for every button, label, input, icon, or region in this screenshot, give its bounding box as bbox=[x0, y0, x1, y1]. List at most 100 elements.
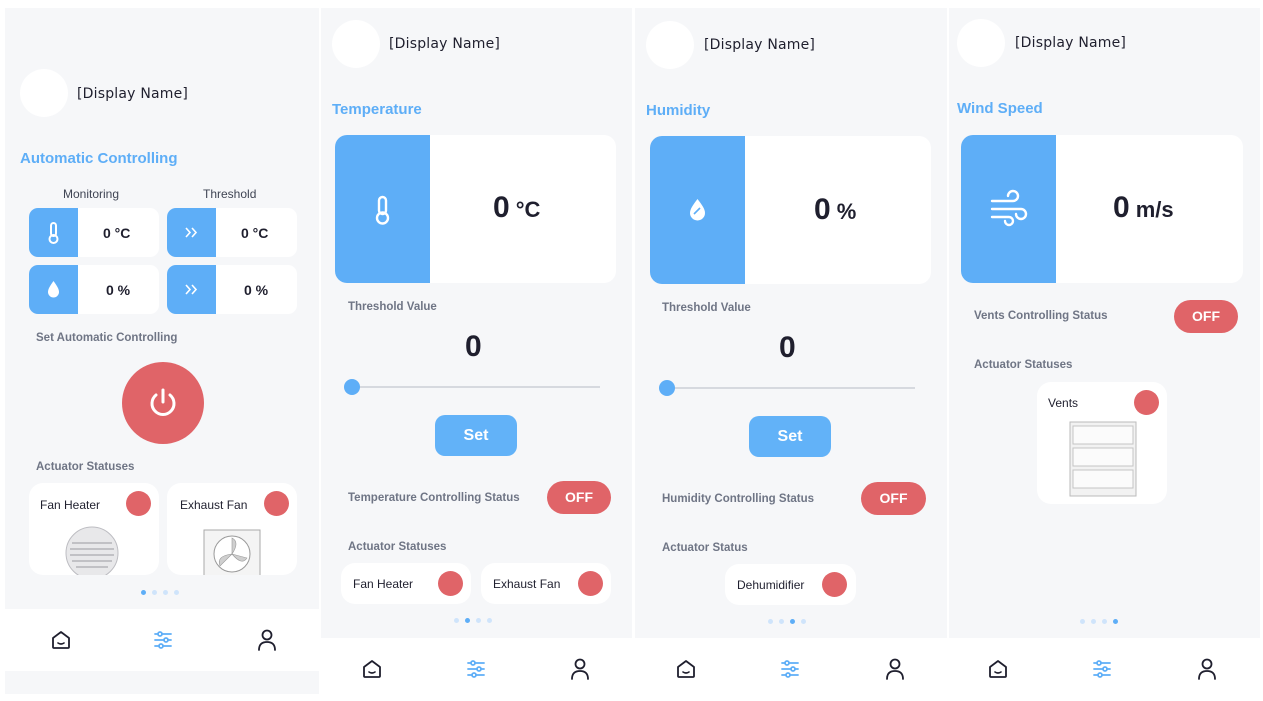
avatar[interactable] bbox=[646, 21, 694, 69]
actuator-card-dehumidifier[interactable]: Dehumidifier bbox=[725, 564, 856, 605]
wind-speed-reading: 0 m/s bbox=[1113, 191, 1174, 225]
home-icon[interactable] bbox=[987, 658, 1009, 680]
status-indicator bbox=[822, 572, 847, 597]
page-dot[interactable] bbox=[779, 619, 784, 624]
humidity-icon-box bbox=[650, 136, 745, 284]
sliders-icon[interactable] bbox=[152, 629, 174, 651]
actuator-label: Exhaust Fan bbox=[493, 577, 561, 591]
page-indicator bbox=[141, 590, 179, 595]
thermometer-icon bbox=[48, 222, 59, 244]
actuator-card-fan-heater[interactable]: Fan Heater bbox=[341, 563, 471, 604]
user-icon[interactable] bbox=[1196, 657, 1218, 681]
wind-icon bbox=[990, 189, 1028, 227]
page-dot[interactable] bbox=[790, 619, 795, 624]
thermometer-icon bbox=[375, 195, 390, 225]
wind-speed-card: 0 m/s bbox=[961, 135, 1243, 283]
set-button[interactable]: Set bbox=[749, 416, 831, 457]
page-indicator bbox=[1080, 619, 1118, 624]
temperature-value: 0 bbox=[493, 191, 510, 224]
actuator-label: Vents bbox=[1048, 396, 1079, 410]
threshold-slider-knob[interactable] bbox=[344, 379, 360, 395]
controlling-status-toggle[interactable]: OFF bbox=[547, 481, 611, 514]
user-icon[interactable] bbox=[256, 628, 278, 652]
page-indicator bbox=[768, 619, 806, 624]
status-indicator bbox=[578, 571, 603, 596]
wind-icon-box bbox=[961, 135, 1056, 283]
home-icon[interactable] bbox=[361, 658, 383, 680]
page-dot[interactable] bbox=[476, 618, 481, 623]
droplet-icon bbox=[690, 199, 705, 221]
controlling-status-toggle[interactable]: OFF bbox=[861, 482, 926, 515]
actuator-card-vents[interactable]: Vents bbox=[1037, 382, 1167, 504]
display-name: [Display Name] bbox=[1015, 35, 1127, 51]
actuator-statuses-label: Actuator Statuses bbox=[36, 461, 135, 473]
vents-image bbox=[1069, 421, 1137, 497]
exhaust-fan-image bbox=[203, 529, 261, 575]
page-dot[interactable] bbox=[1113, 619, 1118, 624]
threshold-slider-track[interactable] bbox=[666, 387, 915, 389]
status-indicator bbox=[126, 491, 151, 516]
user-icon[interactable] bbox=[569, 657, 591, 681]
user-icon[interactable] bbox=[884, 657, 906, 681]
controlling-status-label: Temperature Controlling Status bbox=[348, 492, 520, 504]
threshold-slider-knob[interactable] bbox=[659, 380, 675, 396]
bottom-nav bbox=[321, 638, 632, 694]
sliders-icon[interactable] bbox=[465, 658, 487, 680]
page-dot[interactable] bbox=[1080, 619, 1085, 624]
page-dot[interactable] bbox=[163, 590, 168, 595]
humidity-threshold-card: 0 % bbox=[167, 265, 297, 314]
page-dot[interactable] bbox=[768, 619, 773, 624]
wind-speed-value: 0 bbox=[1113, 191, 1130, 224]
sliders-icon[interactable] bbox=[1091, 658, 1113, 680]
actuator-label: Dehumidifier bbox=[737, 578, 805, 592]
page-dot[interactable] bbox=[152, 590, 157, 595]
avatar[interactable] bbox=[20, 69, 68, 117]
actuator-card-exhaust-fan[interactable]: Exhaust Fan bbox=[481, 563, 611, 604]
humidity-icon-box bbox=[29, 265, 78, 314]
screen-humidity: [Display Name] Humidity 0% Threshold Val… bbox=[635, 8, 947, 694]
sliders-icon[interactable] bbox=[779, 658, 801, 680]
threshold-label: Threshold Value bbox=[348, 301, 437, 313]
controlling-status-label: Humidity Controlling Status bbox=[662, 493, 815, 505]
screen-automatic-controlling: [Display Name] Automatic Controlling Mon… bbox=[5, 8, 319, 694]
page-dot[interactable] bbox=[141, 590, 146, 595]
avatar[interactable] bbox=[957, 19, 1005, 67]
actuator-card-exhaust-fan[interactable]: Exhaust Fan bbox=[167, 483, 297, 575]
threshold-slider-track[interactable] bbox=[352, 386, 600, 388]
page-dot[interactable] bbox=[801, 619, 806, 624]
page-dot[interactable] bbox=[465, 618, 470, 623]
screen-temperature: [Display Name] Temperature 0 °C Threshold… bbox=[321, 8, 632, 694]
page-title: Temperature bbox=[332, 101, 422, 118]
screen-wind-speed: [Display Name] Wind Speed 0 m/s Vents Con… bbox=[949, 8, 1260, 694]
bottom-nav bbox=[5, 609, 319, 671]
actuator-status-label: Actuator Status bbox=[662, 542, 748, 554]
humidity-unit: % bbox=[836, 199, 857, 224]
page-dot[interactable] bbox=[174, 590, 179, 595]
home-icon[interactable] bbox=[50, 629, 72, 651]
controlling-status-toggle[interactable]: OFF bbox=[1174, 300, 1238, 333]
threshold-icon-box bbox=[167, 208, 216, 257]
power-icon bbox=[150, 388, 176, 416]
display-name: [Display Name] bbox=[704, 37, 816, 53]
temperature-unit: °C bbox=[515, 197, 541, 222]
page-dot[interactable] bbox=[1102, 619, 1107, 624]
actuator-card-fan-heater[interactable]: Fan Heater bbox=[29, 483, 159, 575]
threshold-header: Threshold bbox=[203, 187, 257, 201]
humidity-monitor-card: 0 % bbox=[29, 265, 159, 314]
double-chevron-icon bbox=[185, 227, 198, 238]
temperature-threshold-value: 0 °C bbox=[241, 225, 269, 241]
temperature-icon-box bbox=[29, 208, 78, 257]
threshold-icon-box bbox=[167, 265, 216, 314]
humidity-value: 0 % bbox=[106, 282, 131, 298]
avatar[interactable] bbox=[332, 20, 380, 68]
power-button[interactable] bbox=[122, 362, 204, 444]
page-dot[interactable] bbox=[454, 618, 459, 623]
page-dot[interactable] bbox=[1091, 619, 1096, 624]
humidity-value: 0 bbox=[814, 193, 831, 226]
page-dot[interactable] bbox=[487, 618, 492, 623]
actuator-statuses-label: Actuator Statuses bbox=[974, 359, 1073, 371]
page-title: Automatic Controlling bbox=[20, 150, 178, 167]
home-icon[interactable] bbox=[675, 658, 697, 680]
display-name: [Display Name] bbox=[389, 36, 501, 52]
set-button[interactable]: Set bbox=[435, 415, 517, 456]
